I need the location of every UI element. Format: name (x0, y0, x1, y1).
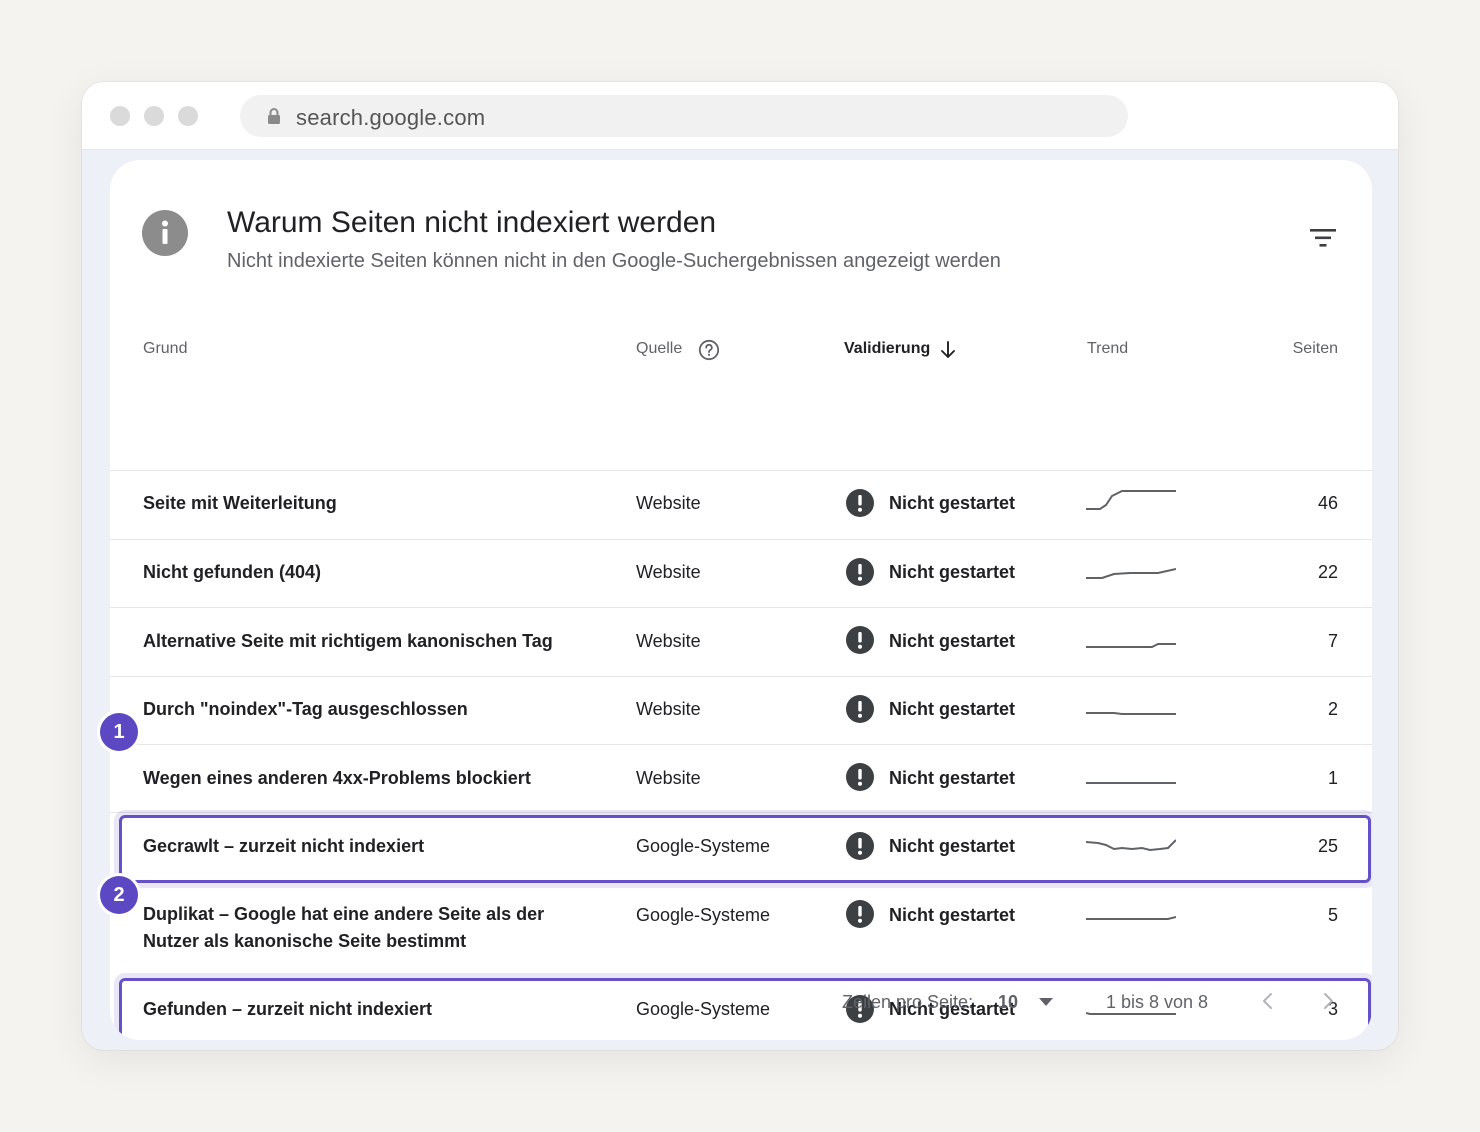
row-pages: 7 (1327, 631, 1338, 651)
browser-window: search.google.com Warum Seiten nicht ind… (82, 82, 1398, 1050)
row-status: Nicht gestartet (889, 905, 1016, 925)
row-reason[interactable]: Alternative Seite mit richtigem kanonisc… (143, 628, 583, 655)
step-badge-2: 2 (100, 876, 138, 914)
card-subtitle: Nicht indexierte Seiten können nicht in … (227, 250, 1001, 272)
row-source: Website (636, 768, 701, 788)
row-pages: 22 (1317, 562, 1338, 582)
window-minimize-dot[interactable] (144, 106, 164, 126)
column-header-validation[interactable]: Validierung (844, 340, 930, 358)
row-pages: 2 (1327, 699, 1338, 719)
trend-sparkline (1086, 643, 1176, 648)
rows-per-page-label: Zeilen pro Seite: (842, 992, 974, 1012)
exclamation-circle-icon (846, 695, 874, 723)
window-close-dot[interactable] (110, 106, 130, 126)
row-divider (110, 812, 1372, 813)
chevron-down-icon[interactable] (1038, 997, 1054, 1007)
index-report-card: Warum Seiten nicht indexiert werden Nich… (110, 160, 1372, 1040)
trend-sparkline (1086, 782, 1176, 784)
trend-sparkline (1086, 712, 1176, 715)
row-status: Nicht gestartet (889, 631, 1016, 651)
exclamation-circle-icon (846, 489, 874, 517)
exclamation-circle-icon (846, 763, 874, 791)
row-status: Nicht gestartet (889, 836, 1016, 856)
trend-sparkline (1086, 839, 1176, 852)
row-source: Website (636, 699, 701, 719)
trend-sparkline (1086, 490, 1176, 510)
row-status: Nicht gestartet (889, 493, 1016, 513)
trend-sparkline (1086, 568, 1176, 579)
row-source: Website (636, 631, 701, 651)
row-source: Google-Systeme (636, 905, 771, 925)
address-url: search.google.com (296, 105, 486, 130)
browser-toolbar: search.google.com (82, 82, 1398, 150)
row-reason[interactable]: Gefunden – zurzeit nicht indexiert (143, 996, 583, 1023)
lock-icon (268, 108, 280, 124)
row-divider (110, 744, 1372, 745)
row-source: Website (636, 493, 701, 513)
pagination-range: 1 bis 8 von 8 (1106, 992, 1209, 1012)
row-status: Nicht gestartet (889, 768, 1016, 788)
header-divider (110, 470, 1372, 471)
row-reason[interactable]: Duplikat – Google hat eine andere Seite … (143, 901, 583, 955)
column-header-trend: Trend (1087, 340, 1129, 357)
address-bar[interactable]: search.google.com (240, 95, 1128, 137)
column-header-reason[interactable]: Grund (143, 340, 187, 358)
column-header-source[interactable]: Quelle (636, 340, 682, 358)
row-reason[interactable]: Durch "noindex"-Tag ausgeschlossen (143, 696, 583, 723)
info-icon (142, 210, 188, 256)
trend-sparkline (1086, 916, 1176, 920)
exclamation-circle-icon (846, 900, 874, 928)
row-source: Website (636, 562, 701, 582)
window-maximize-dot[interactable] (178, 106, 198, 126)
row-status: Nicht gestartet (889, 699, 1016, 719)
step-badge-1: 1 (100, 713, 138, 751)
row-divider (110, 676, 1372, 677)
column-header-pages[interactable]: Seiten (1293, 340, 1338, 358)
exclamation-circle-icon (846, 626, 874, 654)
row-status: Nicht gestartet (889, 562, 1016, 582)
row-pages: 25 (1317, 836, 1338, 856)
exclamation-circle-icon (846, 558, 874, 586)
arrow-down-icon[interactable] (939, 340, 957, 360)
row-pages: 5 (1327, 905, 1338, 925)
row-reason[interactable]: Nicht gefunden (404) (143, 559, 583, 586)
chevron-left-icon[interactable] (1258, 991, 1278, 1011)
help-circle-icon[interactable] (698, 339, 720, 361)
row-divider (110, 539, 1372, 540)
filter-icon[interactable] (1306, 224, 1340, 252)
row-reason[interactable]: Seite mit Weiterleitung (143, 490, 583, 517)
row-reason[interactable]: Wegen eines anderen 4xx-Problems blockie… (143, 765, 583, 792)
row-reason[interactable]: Gecrawlt – zurzeit nicht indexiert (143, 833, 583, 860)
chevron-right-icon[interactable] (1318, 991, 1338, 1011)
rows-per-page-select[interactable]: 10 (998, 992, 1018, 1013)
exclamation-circle-icon (846, 832, 874, 860)
row-divider (110, 607, 1372, 608)
card-title: Warum Seiten nicht indexiert werden (227, 206, 717, 239)
row-source: Google-Systeme (636, 999, 771, 1019)
row-pages: 46 (1317, 493, 1338, 513)
row-pages: 1 (1327, 768, 1338, 788)
row-source: Google-Systeme (636, 836, 771, 856)
